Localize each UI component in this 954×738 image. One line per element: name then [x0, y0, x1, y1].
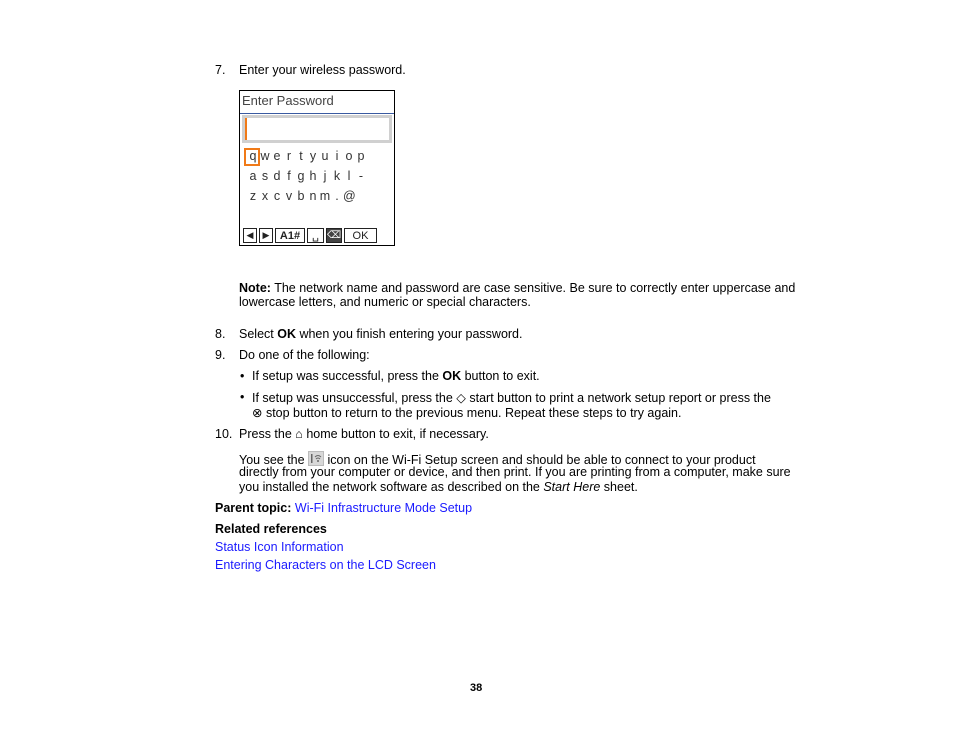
- step-8-number: 8.: [215, 327, 226, 341]
- backspace-icon[interactable]: ⌫: [326, 228, 342, 243]
- wifi-connected-icon: [308, 451, 325, 466]
- key[interactable]: t: [295, 149, 307, 163]
- lcd-keyboard-row-3: z x c v b n m. @: [247, 189, 356, 203]
- key[interactable]: z: [247, 189, 259, 203]
- key[interactable]: o: [343, 149, 355, 163]
- key[interactable]: w: [259, 149, 271, 163]
- note-label: Note:: [239, 281, 271, 295]
- lcd-password-screen: Enter Password qwertyuiop asdfghjkl- zxc…: [239, 90, 395, 246]
- related-references-heading: Related references: [215, 522, 327, 536]
- step-9-bullet-2-line-2: ⊗ stop button to return to the previous …: [252, 405, 682, 420]
- lcd-divider: [240, 113, 394, 114]
- lcd-keyboard-row-1: qwertyuiop: [247, 149, 367, 163]
- ok-key[interactable]: OK: [344, 228, 377, 243]
- note-line-2: lowercase letters, and numeric or specia…: [239, 295, 531, 309]
- step-10-pre: Press the: [239, 427, 296, 441]
- bullet-1-post: button to exit.: [461, 369, 540, 383]
- key[interactable]: j: [319, 169, 331, 183]
- key[interactable]: d: [271, 169, 283, 183]
- key[interactable]: r: [283, 149, 295, 163]
- stop-button-icon: ⊗: [252, 406, 263, 420]
- bullet-1-pre: If setup was successful, press the: [252, 369, 443, 383]
- key[interactable]: u: [319, 149, 331, 163]
- note-text-1: The network name and password are case s…: [270, 281, 796, 295]
- cursor-right-icon[interactable]: ▶: [259, 228, 273, 243]
- key[interactable]: s: [259, 169, 271, 183]
- key[interactable]: x: [259, 189, 271, 203]
- key[interactable]: m: [319, 189, 331, 203]
- key[interactable]: a: [247, 169, 259, 183]
- key[interactable]: h: [307, 169, 319, 183]
- parent-topic-label: Parent topic:: [215, 501, 292, 515]
- step-9-bullet-2-line-1: If setup was unsuccessful, press the ◇ s…: [252, 390, 771, 405]
- step-7-text: Enter your wireless password.: [239, 63, 406, 77]
- key[interactable]: b: [295, 189, 307, 203]
- step-10-post: home button to exit, if necessary.: [302, 427, 489, 441]
- key[interactable]: l: [343, 169, 355, 183]
- lcd-title: Enter Password: [242, 93, 334, 108]
- step-10-para-line-2: directly from your computer or device, a…: [239, 465, 791, 479]
- related-link-status-icon[interactable]: Status Icon Information: [215, 540, 344, 554]
- key[interactable]: f: [283, 169, 295, 183]
- lcd-password-field-frame: [242, 115, 392, 143]
- key[interactable]: e: [271, 149, 283, 163]
- home-button-icon: ⌂: [295, 427, 303, 441]
- key[interactable]: c: [271, 189, 283, 203]
- para-line-3-post: sheet.: [600, 480, 638, 494]
- start-button-icon: ◇: [456, 391, 466, 405]
- step-8-bold: OK: [277, 327, 296, 341]
- key[interactable]: g: [295, 169, 307, 183]
- key[interactable]: @: [343, 189, 356, 203]
- step-7-number: 7.: [215, 63, 226, 77]
- key[interactable]: q: [247, 149, 259, 163]
- para-line-3-pre: you installed the network software as de…: [239, 480, 544, 494]
- bullet-2-line-2-text: stop button to return to the previous me…: [262, 406, 682, 420]
- key[interactable]: i: [331, 149, 343, 163]
- key[interactable]: -: [355, 169, 367, 183]
- space-key-icon[interactable]: ␣: [307, 228, 324, 243]
- related-link-entering-characters[interactable]: Entering Characters on the LCD Screen: [215, 558, 436, 572]
- lcd-bottom-bar: ◀ ▶ A1# ␣ ⌫ OK: [243, 228, 377, 243]
- start-here-title: Start Here: [543, 480, 601, 494]
- page-number: 38: [470, 682, 483, 694]
- parent-topic-link[interactable]: Wi-Fi Infrastructure Mode Setup: [295, 501, 472, 515]
- cursor-left-icon[interactable]: ◀: [243, 228, 257, 243]
- bullet-2-post: start button to print a network setup re…: [465, 391, 771, 405]
- note-line-1: Note: The network name and password are …: [239, 281, 795, 295]
- bullet-icon: •: [240, 369, 245, 383]
- step-10-text: Press the ⌂ home button to exit, if nece…: [239, 427, 489, 441]
- key[interactable]: v: [283, 189, 295, 203]
- bullet-1-bold: OK: [442, 369, 462, 383]
- key[interactable]: p: [355, 149, 367, 163]
- step-8-post: when you finish entering your password.: [295, 327, 523, 341]
- step-8-text: Select OK when you finish entering your …: [239, 327, 522, 341]
- key[interactable]: .: [331, 189, 343, 203]
- key[interactable]: k: [331, 169, 343, 183]
- step-9-text: Do one of the following:: [239, 348, 370, 362]
- step-9-number: 9.: [215, 348, 226, 362]
- step-10-para-line-3: you installed the network software as de…: [239, 480, 638, 494]
- bullet-icon: •: [240, 390, 245, 404]
- bullet-2-pre: If setup was unsuccessful, press the: [252, 391, 457, 405]
- key[interactable]: n: [307, 189, 319, 203]
- step-8-pre: Select: [239, 327, 278, 341]
- parent-topic: Parent topic: Wi-Fi Infrastructure Mode …: [215, 501, 472, 515]
- lcd-password-field[interactable]: [245, 118, 389, 140]
- lcd-keyboard-row-2: asdfghjkl-: [247, 169, 367, 183]
- step-10-number: 10.: [215, 427, 233, 441]
- step-9-bullet-1: If setup was successful, press the OK bu…: [252, 369, 540, 383]
- mode-toggle-key[interactable]: A1#: [275, 228, 305, 243]
- key[interactable]: y: [307, 149, 319, 163]
